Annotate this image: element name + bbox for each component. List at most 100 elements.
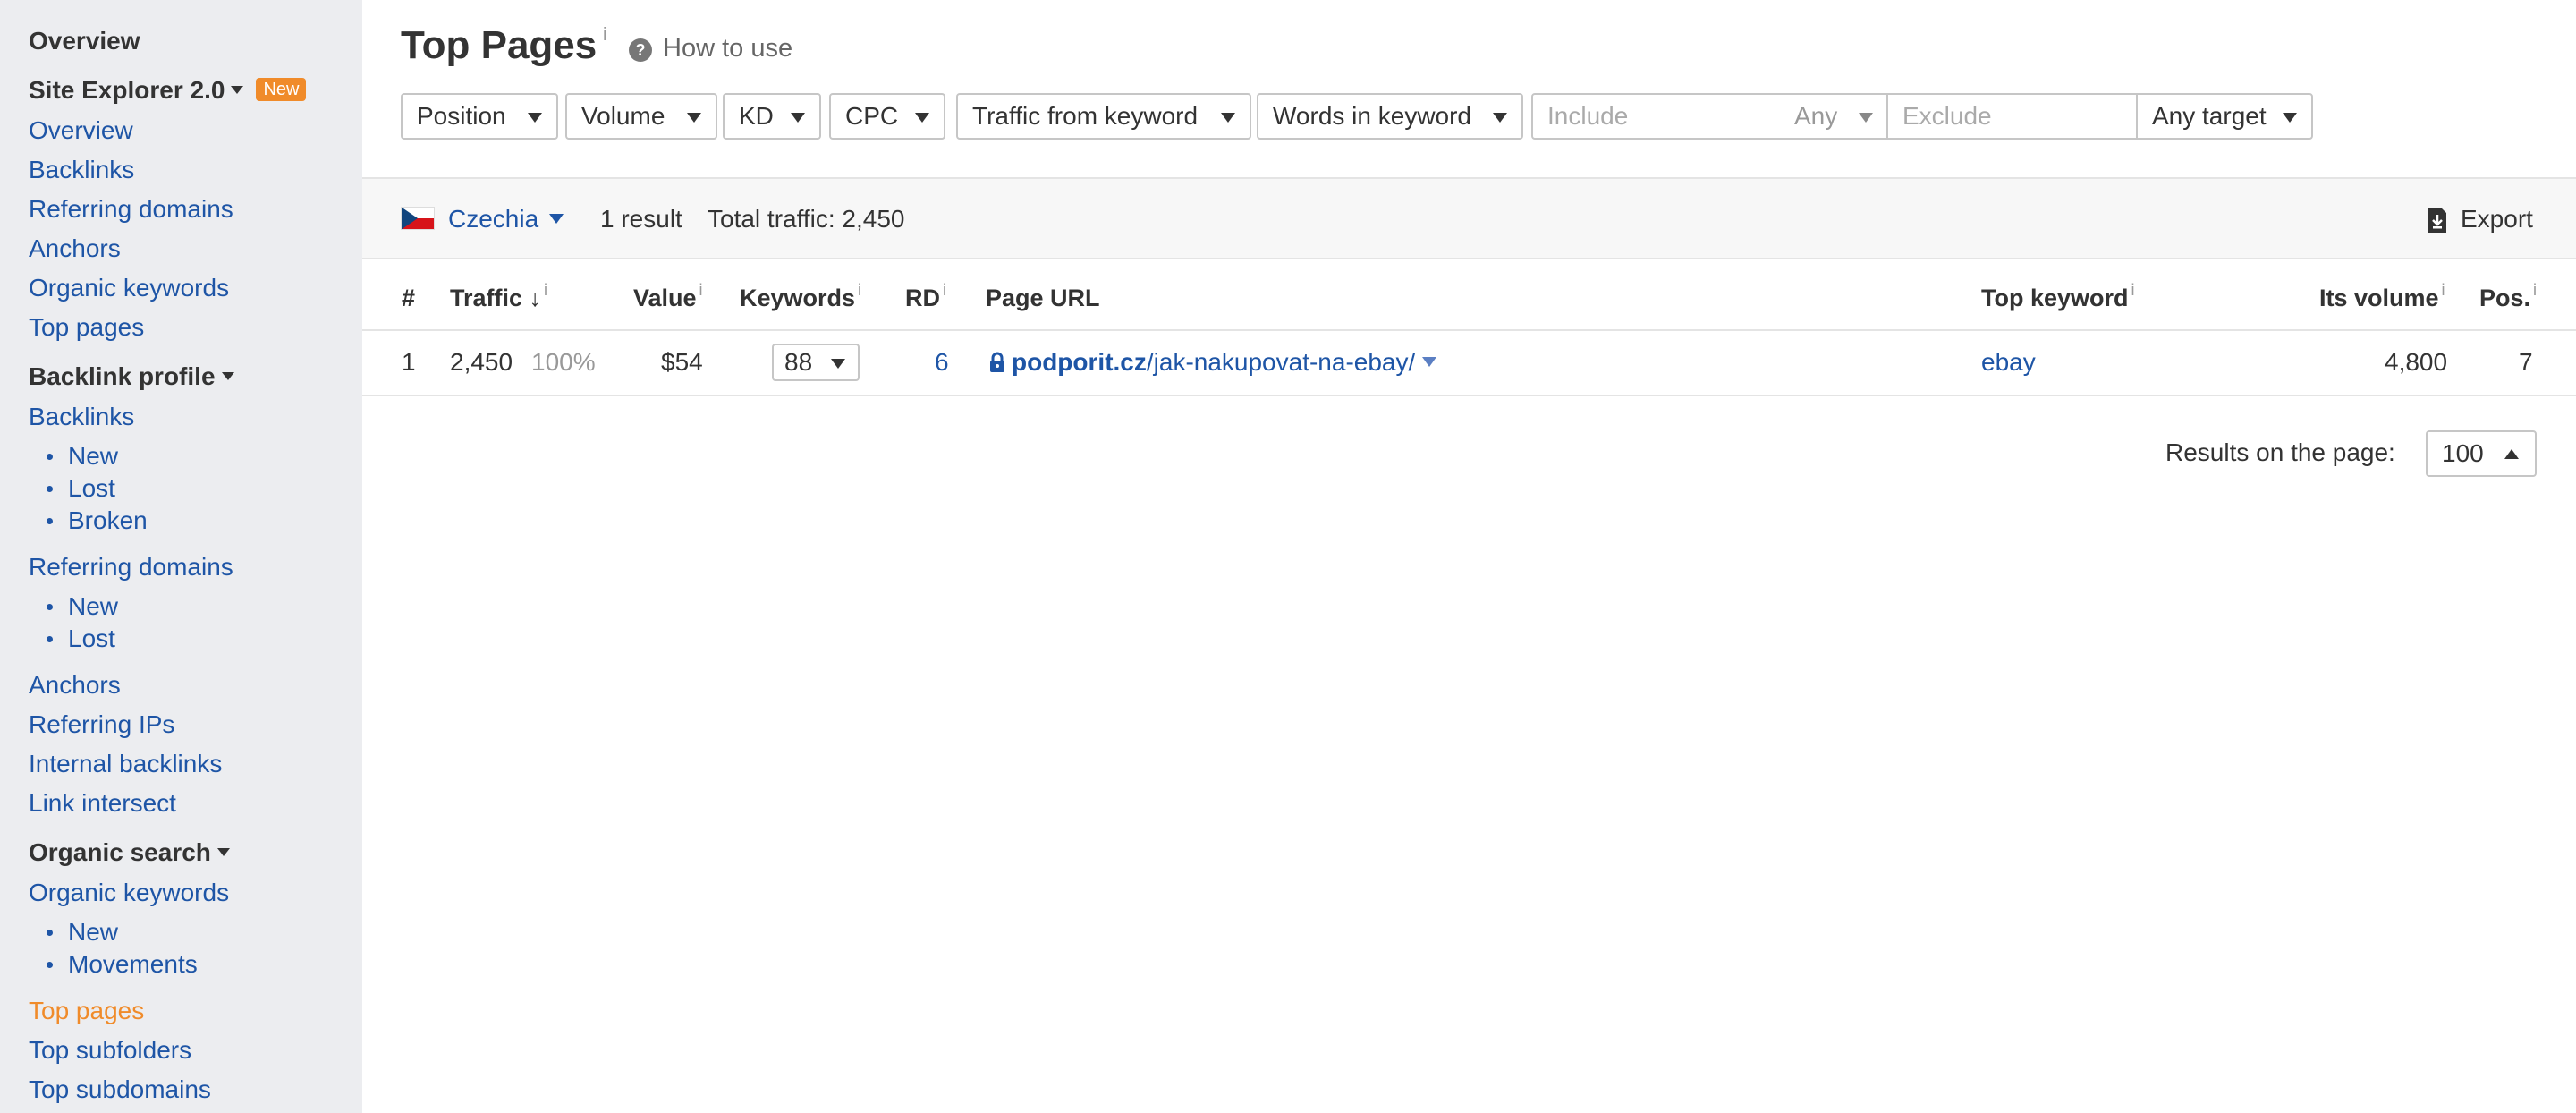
chevron-down-icon <box>1859 113 1873 123</box>
col-header-value[interactable]: Value i <box>633 281 703 312</box>
row-page-url-link[interactable]: podporit.cz/jak-nakupovat-na-ebay/ <box>1012 347 1437 378</box>
sidebar-item-backlinks[interactable]: Backlinks <box>29 155 134 185</box>
its-volume-header-label: Its volume <box>2319 285 2439 311</box>
col-header-keywords[interactable]: Keywords i <box>740 281 861 312</box>
sidebar-site-explorer[interactable]: Site Explorer 2.0 New <box>29 75 307 106</box>
row-rd-link[interactable]: 6 <box>935 347 949 378</box>
col-header-top-keyword[interactable]: Top keyword i <box>1981 281 2135 312</box>
target-select[interactable]: Any target <box>2136 93 2313 140</box>
sidebar-item-os-new[interactable]: New <box>46 917 118 947</box>
chevron-down-icon <box>1221 113 1235 123</box>
kd-filter[interactable]: KD <box>723 93 821 140</box>
help-icon[interactable]: ? <box>629 38 652 62</box>
exclude-input[interactable]: Exclude <box>1886 93 2139 140</box>
export-icon[interactable] <box>2427 208 2448 233</box>
col-header-index: # <box>402 285 416 311</box>
include-input[interactable]: Include Any <box>1531 93 1889 140</box>
title-info-icon[interactable]: i <box>603 25 606 46</box>
target-select-label: Any target <box>2152 102 2267 130</box>
row-url-path: /jak-nakupovat-na-ebay/ <box>1146 348 1416 376</box>
sidebar-item-referring-ips[interactable]: Referring IPs <box>29 709 174 740</box>
export-button[interactable]: Export <box>2461 204 2533 234</box>
new-badge: New <box>256 77 307 101</box>
row-keywords-dropdown[interactable]: 88 <box>772 344 860 381</box>
page-title: Top Pages <box>401 23 597 67</box>
info-icon[interactable]: i <box>2533 281 2537 299</box>
cpc-filter-label: CPC <box>845 102 899 130</box>
sidebar-item-os-movements[interactable]: Movements <box>47 949 198 980</box>
info-icon[interactable]: i <box>2442 281 2445 299</box>
chevron-down-icon[interactable] <box>1422 357 1437 368</box>
exclude-placeholder: Exclude <box>1902 102 1992 130</box>
sidebar-item-overview[interactable]: Overview <box>29 115 133 146</box>
row-url-domain: podporit.cz <box>1012 348 1147 376</box>
sidebar-backlink-profile[interactable]: Backlink profile <box>29 361 234 392</box>
how-to-use-link[interactable]: How to use <box>663 34 792 64</box>
traffic-from-keyword-filter[interactable]: Traffic from keyword <box>956 93 1251 140</box>
sidebar-item-top-pages[interactable]: Top pages <box>29 312 144 343</box>
sidebar-item-referring-domains[interactable]: Referring domains <box>29 194 233 225</box>
info-icon[interactable]: i <box>2131 281 2135 299</box>
sidebar-item-os-top-pages[interactable]: Top pages <box>29 996 144 1026</box>
sidebar-item-os-organic-keywords[interactable]: Organic keywords <box>29 878 229 908</box>
sidebar-item-link-intersect[interactable]: Link intersect <box>29 788 176 819</box>
row-top-keyword-link[interactable]: ebay <box>1981 347 2036 378</box>
info-icon[interactable]: i <box>699 281 703 299</box>
country-select[interactable]: Czechia <box>448 204 564 234</box>
rd-header-label: RD <box>905 285 940 311</box>
sidebar-item-bp-backlinks-broken[interactable]: Broken <box>47 506 148 536</box>
lock-icon <box>990 352 1004 372</box>
backlink-profile-label: Backlink profile <box>29 362 216 390</box>
organic-search-label: Organic search <box>29 838 211 866</box>
info-icon[interactable]: i <box>943 281 946 299</box>
sidebar-overview-heading[interactable]: Overview <box>29 26 140 56</box>
top-keyword-header-label: Top keyword <box>1981 285 2129 311</box>
sort-desc-icon: ↓ <box>529 285 542 311</box>
chevron-down-icon <box>549 214 564 225</box>
sidebar-item-bp-backlinks-lost[interactable]: Lost <box>47 473 115 504</box>
total-traffic: Total traffic: 2,450 <box>708 205 905 233</box>
col-header-traffic[interactable]: Traffic ↓ i <box>450 281 547 312</box>
chevron-down-icon <box>216 848 230 857</box>
info-icon[interactable]: i <box>544 281 547 299</box>
chevron-down-icon <box>791 113 805 123</box>
words-in-keyword-filter[interactable]: Words in keyword <box>1257 93 1523 140</box>
sidebar-item-organic-keywords[interactable]: Organic keywords <box>29 273 229 303</box>
include-mode-select[interactable]: Any <box>1794 95 1837 138</box>
sidebar-item-bp-referring-domains[interactable]: Referring domains <box>29 552 233 582</box>
sidebar-organic-search[interactable]: Organic search <box>29 837 230 868</box>
col-header-page-url: Page URL <box>986 285 1100 311</box>
row-value: $54 <box>661 348 703 376</box>
sidebar-item-bp-refdomains-new[interactable]: New <box>46 591 118 622</box>
volume-filter[interactable]: Volume <box>565 93 717 140</box>
results-per-page-select[interactable]: 100 <box>2426 430 2537 477</box>
row-index: 1 <box>402 348 416 376</box>
chevron-down-icon <box>231 86 244 95</box>
cpc-filter[interactable]: CPC <box>829 93 945 140</box>
sidebar-item-anchors[interactable]: Anchors <box>29 234 121 264</box>
row-traffic: 2,450 <box>450 348 513 376</box>
country-label: Czechia <box>448 205 539 233</box>
sidebar-item-bp-anchors[interactable]: Anchors <box>29 670 121 701</box>
col-header-pos[interactable]: Pos. i <box>2479 281 2537 312</box>
sidebar-item-internal-backlinks[interactable]: Internal backlinks <box>29 749 222 779</box>
col-header-its-volume[interactable]: Its volume i <box>2319 281 2445 312</box>
include-placeholder: Include <box>1547 102 1629 130</box>
chevron-down-icon <box>687 113 701 123</box>
main-content: Top Pages i ? How to use Position Volume… <box>362 0 2576 1113</box>
col-header-rd[interactable]: RD i <box>905 281 946 312</box>
value-header-label: Value <box>633 285 697 311</box>
sidebar-item-bp-backlinks-new[interactable]: New <box>46 441 118 472</box>
position-filter[interactable]: Position <box>401 93 558 140</box>
row-divider <box>362 395 2576 396</box>
info-icon[interactable]: i <box>858 281 861 299</box>
site-explorer-label: Site Explorer 2.0 <box>29 76 225 104</box>
chevron-up-icon <box>2504 449 2519 459</box>
sidebar: Overview Site Explorer 2.0 New Overview B… <box>0 0 362 1113</box>
sidebar-item-top-subdomains[interactable]: Top subdomains <box>29 1075 211 1105</box>
sidebar-item-bp-refdomains-lost[interactable]: Lost <box>47 624 115 654</box>
pos-header-label: Pos. <box>2479 285 2531 311</box>
row-keywords-count: 88 <box>784 348 813 376</box>
sidebar-item-top-subfolders[interactable]: Top subfolders <box>29 1035 191 1066</box>
sidebar-item-bp-backlinks[interactable]: Backlinks <box>29 402 134 432</box>
